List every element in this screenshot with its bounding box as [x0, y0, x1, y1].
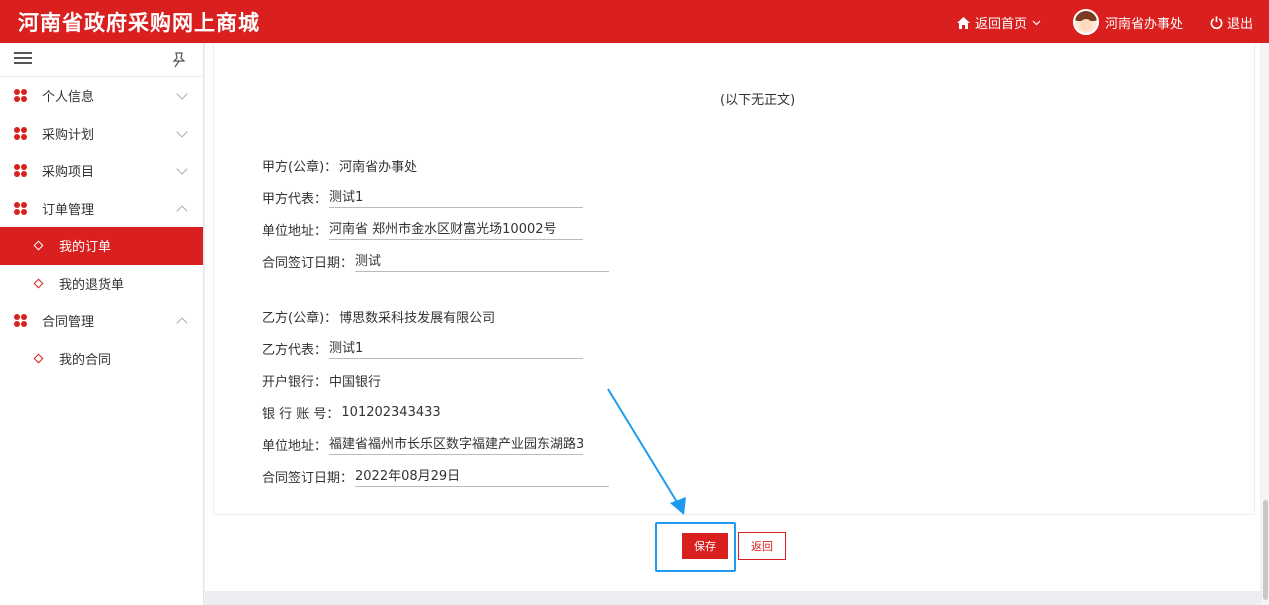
top-header: 河南省政府采购网上商城 返回首页 河南省办事处 退出 [0, 0, 1269, 43]
sidebar-item-contract-management[interactable]: 合同管理 [0, 302, 203, 340]
sidebar-subitem-label: 我的合同 [59, 352, 112, 368]
field-label: 单位地址： [262, 223, 328, 239]
sidebar-subitem-my-returns[interactable]: 我的退货单 [0, 265, 203, 303]
sidebar-item-order-management[interactable]: 订单管理 [0, 190, 203, 228]
party-b-seal: 乙方(公章)： 博思数采科技发展有限公司 [262, 306, 495, 326]
menu-toggle-icon[interactable] [14, 52, 32, 66]
chevron-up-icon [176, 204, 188, 217]
party-a-seal: 甲方(公章)： 河南省办事处 [262, 155, 417, 175]
home-nav[interactable]: 返回首页 [957, 13, 1041, 32]
party-a-address-input[interactable]: 河南省 郑州市金水区财富光场10002号 [329, 218, 584, 240]
scrollbar-thumb[interactable] [1263, 500, 1268, 600]
sidebar: 个人信息 采购计划 采购项目 订单管理 我的订单 我的退货单 合同管理 我的合同 [0, 43, 204, 605]
party-a-rep-input[interactable]: 测试1 [329, 186, 584, 208]
party-b-rep-input[interactable]: 测试1 [329, 337, 584, 359]
chevron-down-icon [176, 125, 188, 138]
back-button[interactable]: 返回 [738, 532, 786, 560]
user-menu[interactable]: 河南省办事处 [1073, 9, 1183, 35]
home-icon [957, 16, 970, 29]
annotation-highlight-box [655, 522, 736, 572]
power-icon [1210, 16, 1223, 29]
sidebar-item-purchase-plan[interactable]: 采购计划 [0, 115, 203, 153]
field-label: 开户银行： [262, 374, 328, 390]
party-b-bank-value: 中国银行 [329, 374, 382, 390]
field-label: 乙方代表： [262, 342, 328, 358]
avatar [1073, 9, 1099, 35]
sidebar-subitem-label: 我的订单 [59, 240, 112, 256]
chevron-up-icon [176, 317, 188, 329]
sidebar-item-label: 合同管理 [42, 315, 95, 331]
clover-icon [14, 314, 28, 328]
annotation-arrow-icon [607, 388, 686, 515]
sidebar-toolbar [0, 43, 203, 77]
field-label: 合同签订日期： [262, 255, 354, 271]
site-title: 河南省政府采购网上商城 [18, 10, 260, 35]
sidebar-item-personal-info[interactable]: 个人信息 [0, 77, 203, 115]
field-label: 合同签订日期： [262, 470, 354, 486]
party-b-rep: 乙方代表： 测试1 [262, 337, 584, 359]
party-b-seal-value: 博思数采科技发展有限公司 [339, 310, 496, 326]
party-b-address-input[interactable]: 福建省福州市长乐区数字福建产业园东湖路33号2 [329, 433, 584, 455]
pin-icon[interactable] [170, 51, 188, 69]
clover-icon [14, 201, 28, 216]
party-b-account-value: 101202343433 [341, 404, 441, 420]
sidebar-item-purchase-project[interactable]: 采购项目 [0, 152, 203, 190]
field-label: 银 行 账 号： [262, 406, 340, 422]
chevron-down-icon [1032, 20, 1041, 25]
home-label: 返回首页 [975, 17, 1028, 32]
user-name: 河南省办事处 [1105, 16, 1184, 32]
contract-card: (以下无正文) 甲方(公章)： 河南省办事处 甲方代表： 测试1 单位地址： 河… [213, 43, 1255, 515]
party-a-date-input[interactable]: 测试 [355, 250, 610, 272]
field-label: 甲方代表： [262, 191, 328, 207]
party-b-address: 单位地址： 福建省福州市长乐区数字福建产业园东湖路33号2 [262, 433, 584, 455]
clover-icon [14, 164, 28, 178]
field-label: 乙方(公章)： [262, 310, 338, 326]
clover-icon [14, 89, 28, 103]
sidebar-item-label: 订单管理 [42, 202, 95, 218]
party-b-date-input[interactable]: 2022年08月29日 [355, 465, 610, 487]
footer-strip [205, 591, 1262, 605]
party-b-bank: 开户银行： 中国银行 [262, 370, 381, 390]
clover-icon [14, 126, 28, 141]
field-label: 单位地址： [262, 438, 328, 454]
logout-button[interactable]: 退出 [1210, 13, 1253, 32]
party-b-date: 合同签订日期： 2022年08月29日 [262, 465, 610, 487]
main-content: (以下无正文) 甲方(公章)： 河南省办事处 甲方代表： 测试1 单位地址： 河… [205, 43, 1260, 591]
logout-label: 退出 [1227, 17, 1254, 32]
no-more-text-notice: (以下无正文) [720, 93, 796, 108]
sidebar-item-label: 个人信息 [42, 90, 95, 106]
chevron-down-icon [176, 88, 188, 100]
party-b-account: 银 行 账 号： 101202343433 [262, 402, 441, 422]
party-a-date: 合同签订日期： 测试 [262, 250, 610, 272]
diamond-icon [33, 240, 44, 251]
sidebar-subitem-label: 我的退货单 [59, 277, 125, 293]
sidebar-item-label: 采购计划 [42, 127, 95, 143]
diamond-icon [33, 353, 44, 363]
field-label: 甲方(公章)： [262, 159, 338, 175]
party-a-rep: 甲方代表： 测试1 [262, 186, 584, 208]
party-a-address: 单位地址： 河南省 郑州市金水区财富光场10002号 [262, 218, 584, 240]
chevron-down-icon [176, 163, 188, 175]
party-a-seal-value: 河南省办事处 [339, 159, 418, 175]
sidebar-item-label: 采购项目 [42, 165, 95, 181]
sidebar-subitem-my-contracts[interactable]: 我的合同 [0, 340, 203, 378]
sidebar-subitem-my-orders[interactable]: 我的订单 [0, 227, 203, 265]
diamond-icon [33, 278, 44, 288]
